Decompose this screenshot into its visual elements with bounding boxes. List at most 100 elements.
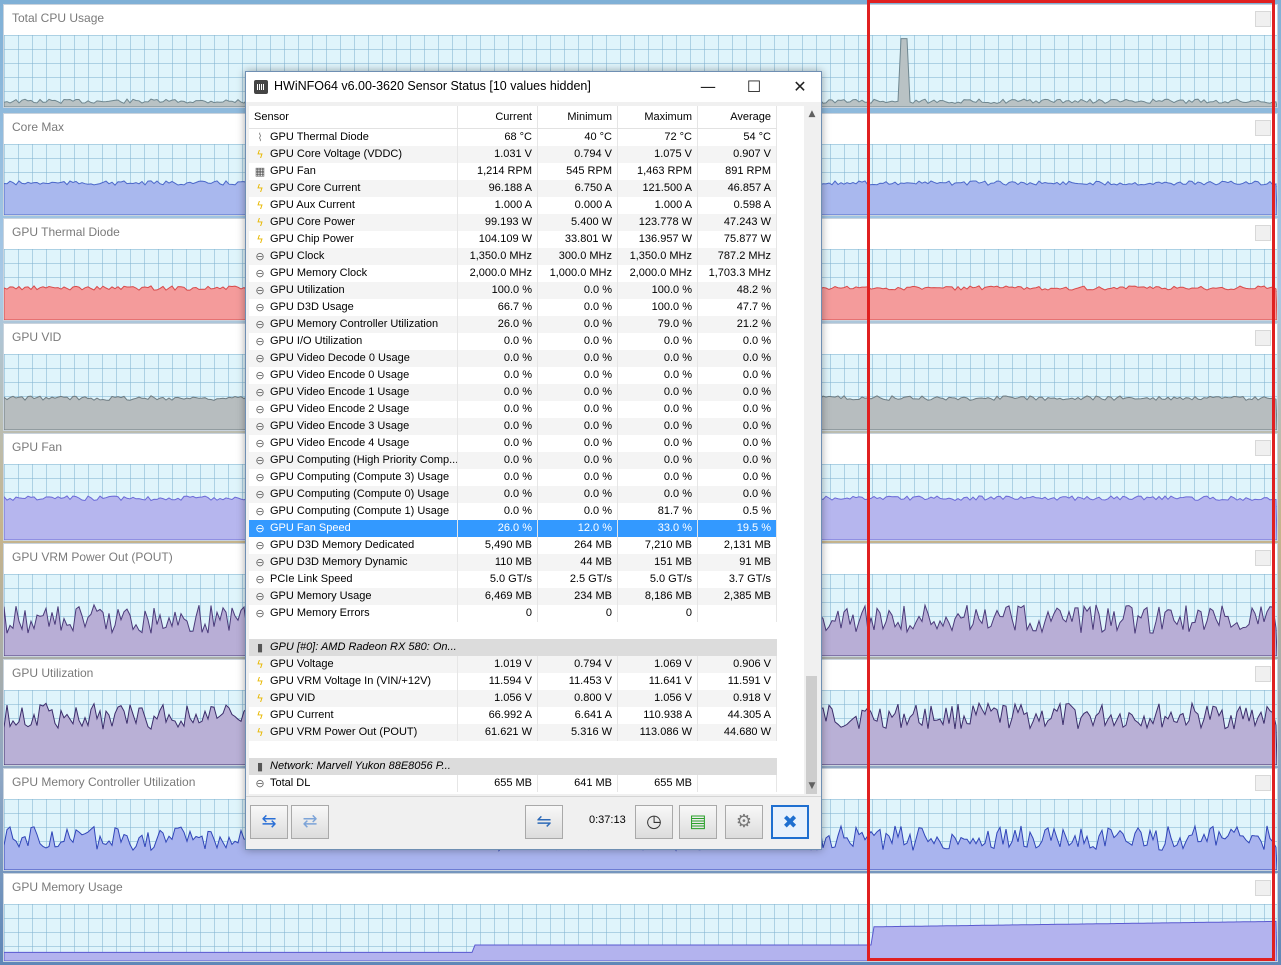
- cell-avg: 0.0 %: [698, 384, 777, 401]
- graph-menu-button[interactable]: [1255, 11, 1271, 27]
- cell-min: 0.0 %: [538, 452, 618, 469]
- table-row[interactable]: ⊖ GPU Fan Speed 26.0 % 12.0 % 33.0 % 19.5 %: [249, 520, 777, 537]
- collapse-arrows-icon[interactable]: ⇄: [291, 805, 329, 839]
- table-row[interactable]: ⊖ GPU Memory Clock 2,000.0 MHz 1,000.0 MHz 2…: [249, 265, 777, 282]
- table-row[interactable]: ⊖ GPU Utilization 100.0 % 0.0 % 100.0 % 48.2 …: [249, 282, 777, 299]
- table-row[interactable]: ⊖ Total DL 655 MB 641 MB 655 MB: [249, 775, 777, 792]
- table-row[interactable]: ⊖ GPU Memory Usage 6,469 MB 234 MB 8,186 MB 2…: [249, 588, 777, 605]
- table-row[interactable]: ⊖ GPU Computing (Compute 3) Usage 0.0 % 0.0…: [249, 469, 777, 486]
- cell-avg: 75.877 W: [698, 231, 777, 248]
- table-row[interactable]: ϟ GPU VID 1.056 V 0.800 V 1.056 V 0.918 V: [249, 690, 777, 707]
- table-row[interactable]: ⊖ GPU Clock 1,350.0 MHz 300.0 MHz 1,350.0 MH…: [249, 248, 777, 265]
- cell-min: 0.000 A: [538, 197, 618, 214]
- graph-menu-button[interactable]: [1255, 120, 1271, 136]
- cell-max: 7,210 MB: [618, 537, 698, 554]
- table-row[interactable]: ϟ GPU Core Voltage (VDDC) 1.031 V 0.794 V 1.…: [249, 146, 777, 163]
- cell-avg: 787.2 MHz: [698, 248, 777, 265]
- scroll-thumb[interactable]: [806, 676, 817, 794]
- vertical-scrollbar[interactable]: ▲ ▼: [804, 106, 820, 794]
- cell-min: 6.641 A: [538, 707, 618, 724]
- cell-cur: 1.031 V: [458, 146, 538, 163]
- cell-avg: 0.0 %: [698, 333, 777, 350]
- table-row[interactable]: ⊖ GPU Video Encode 3 Usage 0.0 % 0.0 % 0.0 %…: [249, 418, 777, 435]
- title-bar[interactable]: HWiNFO64 v6.00-3620 Sensor Status [10 va…: [246, 72, 821, 102]
- cell-cur: 0.0 %: [458, 469, 538, 486]
- group-row[interactable]: ▮ Network: Marvell Yukon 88E8056 P...: [249, 758, 777, 775]
- table-row[interactable]: ⊖ GPU Computing (High Priority Comp... 0.0…: [249, 452, 777, 469]
- table-row[interactable]: ϟ GPU Core Current 96.188 A 6.750 A 121.500 …: [249, 180, 777, 197]
- cell-max: 0.0 %: [618, 452, 698, 469]
- maximize-button[interactable]: ☐: [731, 72, 777, 102]
- graph-menu-button[interactable]: [1255, 330, 1271, 346]
- table-header: Sensor Current Minimum Maximum Average: [249, 106, 777, 129]
- sensor-status-window[interactable]: HWiNFO64 v6.00-3620 Sensor Status [10 va…: [245, 71, 822, 850]
- minimize-button[interactable]: —: [685, 72, 731, 102]
- cell-max: 0.0 %: [618, 418, 698, 435]
- report-icon[interactable]: ▤: [679, 805, 717, 839]
- table-row[interactable]: ⊖ GPU Video Encode 2 Usage 0.0 % 0.0 % 0.0 %…: [249, 401, 777, 418]
- table-row[interactable]: ⊖ GPU D3D Memory Dedicated 5,490 MB 264 MB 7…: [249, 537, 777, 554]
- nav-arrows-icon[interactable]: ⇆: [250, 805, 288, 839]
- table-row[interactable]: ⌇ GPU Thermal Diode 68 °C 40 °C 72 °C 54 °C: [249, 129, 777, 146]
- table-row[interactable]: ⊖ GPU Computing (Compute 0) Usage 0.0 % 0.0…: [249, 486, 777, 503]
- cell-name: GPU Core Voltage (VDDC): [249, 146, 458, 163]
- cell-cur: 104.109 W: [458, 231, 538, 248]
- table-row[interactable]: ϟ GPU Current 66.992 A 6.641 A 110.938 A 44.3…: [249, 707, 777, 724]
- cell-name: GPU Core Power: [249, 214, 458, 231]
- graph-menu-button[interactable]: [1255, 550, 1271, 566]
- table-row[interactable]: ⊖ PCIe Link Speed 5.0 GT/s 2.5 GT/s 5.0 GT/s…: [249, 571, 777, 588]
- cell-name: GPU Current: [249, 707, 458, 724]
- col-maximum[interactable]: Maximum: [618, 106, 698, 128]
- table-row[interactable]: ⊖ GPU D3D Usage 66.7 % 0.0 % 100.0 % 47.7 %: [249, 299, 777, 316]
- col-current[interactable]: Current: [458, 106, 538, 128]
- table-row[interactable]: ⊖ GPU Computing (Compute 1) Usage 0.0 % 0.0…: [249, 503, 777, 520]
- table-row[interactable]: ⊖ GPU Video Decode 0 Usage 0.0 % 0.0 % 0.0 %…: [249, 350, 777, 367]
- close-icon[interactable]: ✖: [771, 805, 809, 839]
- graph-plot: [4, 920, 1277, 961]
- table-row[interactable]: ⊖ GPU Memory Controller Utilization 26.0 %…: [249, 316, 777, 333]
- table-row[interactable]: ⊖ GPU Memory Errors 0 0 0: [249, 605, 777, 622]
- graph-menu-button[interactable]: [1255, 775, 1271, 791]
- col-average[interactable]: Average: [698, 106, 777, 128]
- cell-max: 72 °C: [618, 129, 698, 146]
- table-row[interactable]: ⊖ GPU D3D Memory Dynamic 110 MB 44 MB 151 MB…: [249, 554, 777, 571]
- table-row[interactable]: ϟ GPU Core Power 99.193 W 5.400 W 123.778 W4…: [249, 214, 777, 231]
- table-row[interactable]: ϟ GPU Chip Power 104.109 W 33.801 W 136.957 …: [249, 231, 777, 248]
- table-row[interactable]: ▦ GPU Fan 1,214 RPM 545 RPM 1,463 RPM 891 RPM: [249, 163, 777, 180]
- table-row[interactable]: ϟ GPU Voltage 1.019 V 0.794 V 1.069 V 0.906 V: [249, 656, 777, 673]
- table-row[interactable]: ϟ GPU Aux Current 1.000 A 0.000 A 1.000 A 0.5…: [249, 197, 777, 214]
- gear-icon[interactable]: ⚙: [725, 805, 763, 839]
- graph-menu-button[interactable]: [1255, 225, 1271, 241]
- scroll-down-icon[interactable]: ▼: [804, 778, 820, 794]
- cell-name: GPU Core Current: [249, 180, 458, 197]
- table-row[interactable]: ⊖ GPU I/O Utilization 0.0 % 0.0 % 0.0 % 0.0 %: [249, 333, 777, 350]
- scroll-up-icon[interactable]: ▲: [804, 106, 820, 122]
- col-minimum[interactable]: Minimum: [538, 106, 618, 128]
- cell-min: 641 MB: [538, 775, 618, 792]
- graph-menu-button[interactable]: [1255, 440, 1271, 456]
- network-icon[interactable]: ⇋: [525, 805, 563, 839]
- cell-cur: 0.0 %: [458, 333, 538, 350]
- table-row[interactable]: ⊖ GPU Video Encode 0 Usage 0.0 % 0.0 % 0.0 %…: [249, 367, 777, 384]
- cell-name: GPU Voltage: [249, 656, 458, 673]
- cell-max: 8,186 MB: [618, 588, 698, 605]
- table-row[interactable]: ⊖ GPU Video Encode 1 Usage 0.0 % 0.0 % 0.0 %…: [249, 384, 777, 401]
- col-sensor[interactable]: Sensor: [249, 106, 458, 128]
- graph-menu-button[interactable]: [1255, 880, 1271, 896]
- clock-icon[interactable]: ◷: [635, 805, 673, 839]
- sensor-table[interactable]: Sensor Current Minimum Maximum Average ⌇…: [249, 106, 807, 794]
- sensor-rows: ⌇ GPU Thermal Diode 68 °C 40 °C 72 °C 54 °C ϟ G…: [249, 129, 777, 792]
- cell-avg: 19.5 %: [698, 520, 777, 537]
- cell-min: 0.794 V: [538, 656, 618, 673]
- cell-name: GPU Chip Power: [249, 231, 458, 248]
- group-row[interactable]: ▮ GPU [#0]: AMD Radeon RX 580: On...: [249, 639, 777, 656]
- cell-min: 2.5 GT/s: [538, 571, 618, 588]
- graph-panel[interactable]: GPU Memory Usage: [3, 873, 1278, 962]
- cell-avg: 0.0 %: [698, 418, 777, 435]
- table-row[interactable]: ϟ GPU VRM Voltage In (VIN/+12V) 11.594 V 11…: [249, 673, 777, 690]
- table-row[interactable]: ⊖ GPU Video Encode 4 Usage 0.0 % 0.0 % 0.0 %…: [249, 435, 777, 452]
- close-button[interactable]: ✕: [777, 72, 823, 102]
- cell-max: 1,463 RPM: [618, 163, 698, 180]
- table-row[interactable]: ϟ GPU VRM Power Out (POUT) 61.621 W 5.316 W…: [249, 724, 777, 741]
- graph-menu-button[interactable]: [1255, 666, 1271, 682]
